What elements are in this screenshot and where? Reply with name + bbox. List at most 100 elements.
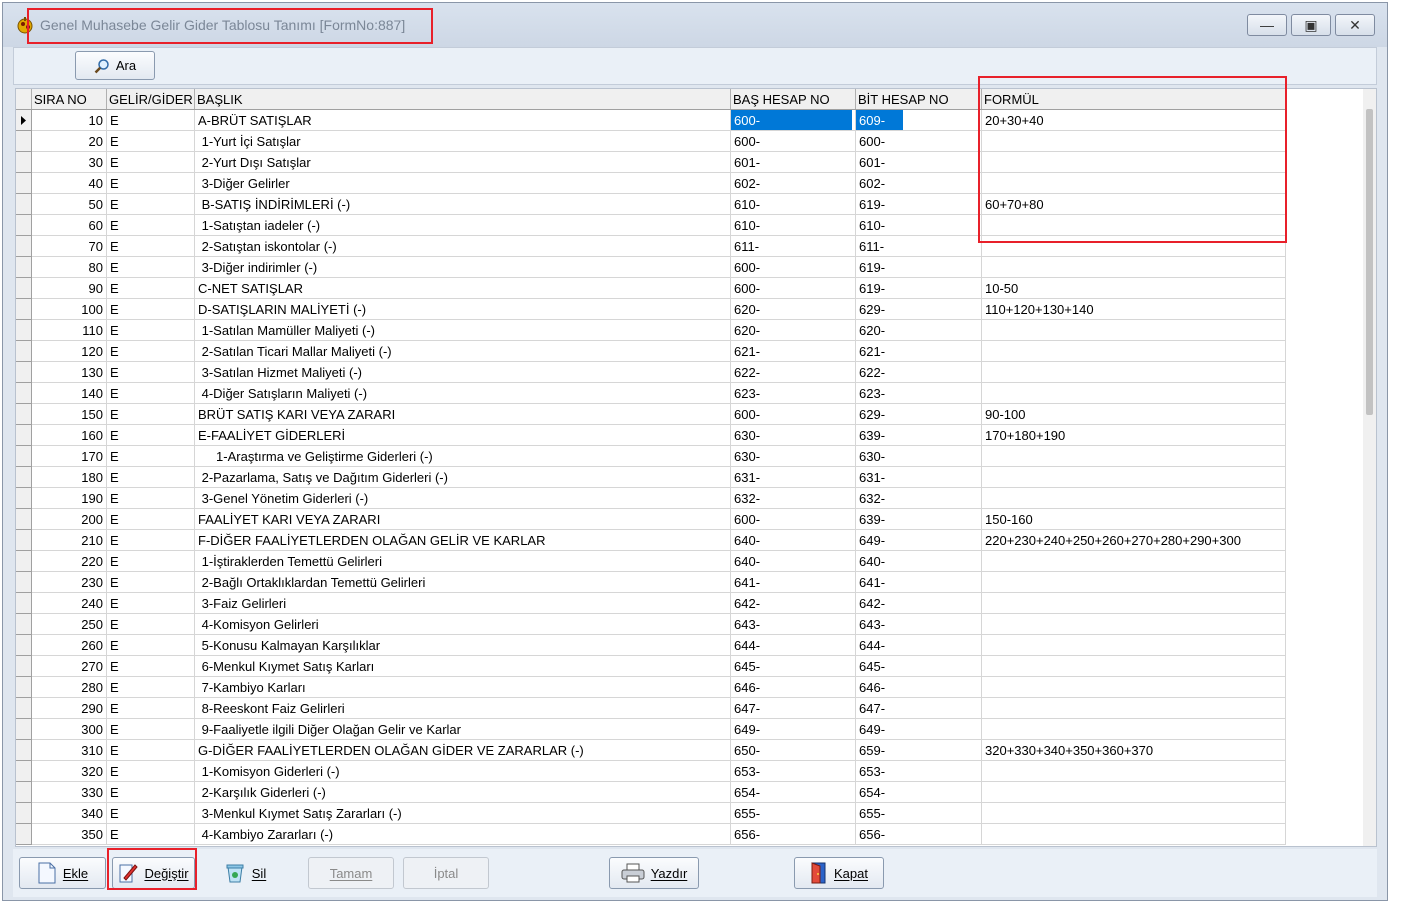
table-row[interactable]: 220 E 1-İştiraklerden Temettü Gelirleri 64… (16, 551, 1286, 572)
cell-bit[interactable]: 653- (856, 761, 982, 782)
table-row[interactable]: 120 E 2-Satılan Ticari Mallar Maliyeti (-… (16, 341, 1286, 362)
maximize-button[interactable]: ▣ (1291, 14, 1331, 36)
cell-sira[interactable]: 110 (32, 320, 107, 341)
cell-gg[interactable]: E (107, 320, 195, 341)
row-indicator[interactable] (16, 152, 32, 173)
cell-bas[interactable]: 600- (731, 278, 856, 299)
cell-bas[interactable]: 643- (731, 614, 856, 635)
row-indicator[interactable] (16, 446, 32, 467)
table-row[interactable]: 250 E 4-Komisyon Gelirleri 643- 643- (16, 614, 1286, 635)
row-indicator[interactable] (16, 719, 32, 740)
cell-formul[interactable] (982, 677, 1286, 698)
table-row[interactable]: 310 E G-DİĞER FAALİYETLERDEN OLAĞAN GİDER … (16, 740, 1286, 761)
cell-sira[interactable]: 230 (32, 572, 107, 593)
cell-bas[interactable]: 649- (731, 719, 856, 740)
row-indicator[interactable] (16, 698, 32, 719)
cell-gg[interactable]: E (107, 719, 195, 740)
cell-baslik[interactable]: 3-Diğer Gelirler (195, 173, 731, 194)
cell-formul[interactable] (982, 257, 1286, 278)
cell-formul[interactable] (982, 446, 1286, 467)
cell-sira[interactable]: 350 (32, 824, 107, 845)
row-indicator[interactable] (16, 824, 32, 845)
cell-baslik[interactable]: 3-Faiz Gelirleri (195, 593, 731, 614)
cell-baslik[interactable]: 1-Satılan Mamüller Maliyeti (-) (195, 320, 731, 341)
cell-sira[interactable]: 70 (32, 236, 107, 257)
cell-baslik[interactable]: 2-Karşılık Giderleri (-) (195, 782, 731, 803)
cell-gg[interactable]: E (107, 740, 195, 761)
cell-formul[interactable] (982, 782, 1286, 803)
cell-baslik[interactable]: C-NET SATIŞLAR (195, 278, 731, 299)
cell-baslik[interactable]: 1-Yurt İçi Satışlar (195, 131, 731, 152)
cell-sira[interactable]: 40 (32, 173, 107, 194)
table-row[interactable]: 320 E 1-Komisyon Giderleri (-) 653- 653- (16, 761, 1286, 782)
cell-bit[interactable]: 619- (856, 257, 982, 278)
cell-bas[interactable]: 600- (731, 131, 856, 152)
cell-bas[interactable]: 650- (731, 740, 856, 761)
cell-bit[interactable]: 623- (856, 383, 982, 404)
table-row[interactable]: 40 E 3-Diğer Gelirler 602- 602- (16, 173, 1286, 194)
row-indicator[interactable] (16, 530, 32, 551)
cell-bas[interactable]: 632- (731, 488, 856, 509)
cell-sira[interactable]: 160 (32, 425, 107, 446)
cell-baslik[interactable]: B-SATIŞ İNDİRİMLERİ (-) (195, 194, 731, 215)
cell-sira[interactable]: 260 (32, 635, 107, 656)
cell-baslik[interactable]: BRÜT SATIŞ KARI VEYA ZARARI (195, 404, 731, 425)
table-row[interactable]: 110 E 1-Satılan Mamüller Maliyeti (-) 620-… (16, 320, 1286, 341)
cell-bit[interactable]: 649- (856, 719, 982, 740)
cell-formul[interactable] (982, 551, 1286, 572)
cell-bit[interactable]: 619- (856, 278, 982, 299)
table-row[interactable]: 180 E 2-Pazarlama, Satış ve Dağıtım Gider… (16, 467, 1286, 488)
cell-bit[interactable]: 630- (856, 446, 982, 467)
cell-gg[interactable]: E (107, 467, 195, 488)
col-header-formul[interactable]: FORMÜL (982, 89, 1286, 109)
cell-sira[interactable]: 240 (32, 593, 107, 614)
cell-baslik[interactable]: 6-Menkul Kıymet Satış Karları (195, 656, 731, 677)
cell-bit[interactable]: 620- (856, 320, 982, 341)
cell-gg[interactable]: E (107, 656, 195, 677)
cell-gg[interactable]: E (107, 383, 195, 404)
cell-bas[interactable]: 654- (731, 782, 856, 803)
row-indicator[interactable] (16, 215, 32, 236)
cell-sira[interactable]: 210 (32, 530, 107, 551)
cell-bas[interactable]: 631- (731, 467, 856, 488)
cell-formul[interactable] (982, 656, 1286, 677)
cell-sira[interactable]: 200 (32, 509, 107, 530)
cell-bit[interactable]: 656- (856, 824, 982, 845)
cell-formul[interactable]: 170+180+190 (982, 425, 1286, 446)
delete-button[interactable]: Sil (207, 857, 283, 889)
row-indicator[interactable] (16, 257, 32, 278)
cell-sira[interactable]: 130 (32, 362, 107, 383)
col-header-gelir-gider[interactable]: GELİR/GİDER (107, 89, 195, 109)
cell-bas[interactable]: 623- (731, 383, 856, 404)
cell-bas[interactable]: 621- (731, 341, 856, 362)
table-row[interactable]: 150 E BRÜT SATIŞ KARI VEYA ZARARI 600- 629- 9… (16, 404, 1286, 425)
col-header-baslik[interactable]: BAŞLIK (195, 89, 731, 109)
col-header-sira-no[interactable]: SIRA NO (32, 89, 107, 109)
cell-gg[interactable]: E (107, 152, 195, 173)
cell-formul[interactable]: 90-100 (982, 404, 1286, 425)
cell-formul[interactable] (982, 824, 1286, 845)
row-indicator[interactable] (16, 803, 32, 824)
cell-gg[interactable]: E (107, 362, 195, 383)
cell-baslik[interactable]: E-FAALİYET GİDERLERİ (195, 425, 731, 446)
cell-bit[interactable]: 647- (856, 698, 982, 719)
cell-formul[interactable] (982, 698, 1286, 719)
cell-sira[interactable]: 170 (32, 446, 107, 467)
table-row[interactable]: 340 E 3-Menkul Kıymet Satış Zararları (-)… (16, 803, 1286, 824)
cell-bit[interactable]: 654- (856, 782, 982, 803)
cell-bit[interactable]: 645- (856, 656, 982, 677)
cell-baslik[interactable]: 4-Kambiyo Zararları (-) (195, 824, 731, 845)
cell-bit[interactable]: 610- (856, 215, 982, 236)
cell-formul[interactable]: 60+70+80 (982, 194, 1286, 215)
minimize-button[interactable]: — (1247, 14, 1287, 36)
cell-formul[interactable] (982, 152, 1286, 173)
table-row[interactable]: 350 E 4-Kambiyo Zararları (-) 656- 656- (16, 824, 1286, 845)
cell-gg[interactable]: E (107, 488, 195, 509)
table-row[interactable]: 50 E B-SATIŞ İNDİRİMLERİ (-) 610- 619- 60+70… (16, 194, 1286, 215)
cell-bas[interactable]: 642- (731, 593, 856, 614)
table-row[interactable]: 170 E 1-Araştırma ve Geliştirme Giderleri… (16, 446, 1286, 467)
cell-gg[interactable]: E (107, 698, 195, 719)
col-header-bas-hesap-no[interactable]: BAŞ HESAP NO (731, 89, 856, 109)
row-indicator[interactable] (16, 488, 32, 509)
row-indicator[interactable] (16, 173, 32, 194)
